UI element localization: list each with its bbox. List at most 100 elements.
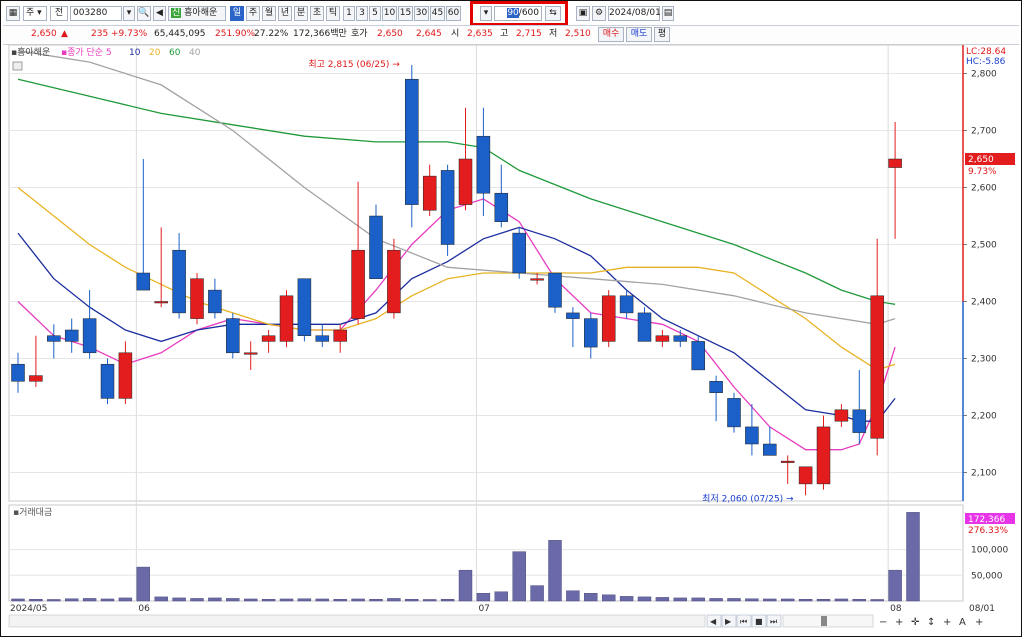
candle-body	[834, 409, 849, 422]
candle-body	[619, 295, 634, 314]
volume-bar	[387, 598, 401, 602]
x-axis-label: 08/01	[969, 604, 995, 614]
candle	[512, 227, 526, 279]
candle-body	[530, 278, 544, 281]
candle-body	[208, 289, 222, 314]
legend-ma-label: ▪종가 단순 5	[61, 47, 112, 58]
volume-bar	[619, 596, 634, 602]
candle-body	[82, 318, 97, 354]
candle-body	[47, 335, 61, 342]
price-tick-label: 2,700	[971, 127, 997, 137]
volume-bar	[261, 599, 276, 602]
candle-body	[637, 312, 652, 342]
annotation-label: 최저 2,060 (07/25) →	[702, 493, 794, 504]
price-tick-label: 2,500	[971, 241, 997, 251]
volume-bar	[745, 598, 759, 602]
candle-body	[780, 460, 795, 463]
volume-bar	[834, 598, 849, 602]
candle-body	[369, 215, 383, 279]
candle-body	[333, 329, 347, 342]
candle	[279, 290, 294, 348]
volume-bar	[226, 598, 240, 602]
volume-bar	[100, 598, 115, 602]
volume-bar	[727, 598, 741, 602]
candle-body	[566, 312, 580, 319]
volume-bar	[369, 599, 383, 602]
candle-body	[691, 341, 705, 371]
nav-icon-2: ⏮	[740, 617, 747, 626]
volume-last-label: 172,366	[968, 515, 1005, 525]
candle-body	[279, 295, 294, 342]
legend-ma-40: 40	[189, 48, 201, 58]
volume-bar	[64, 598, 79, 602]
candle-body	[190, 278, 204, 319]
candle-body	[584, 318, 598, 348]
chart-svg[interactable]: 2,100 2,200 2,300 2,400 2,500 2,600 2,700 2,800…	[1, 1, 1021, 636]
legend-stock: ▪흥아해운	[11, 46, 50, 58]
chart-window: ▦ 주 ▾ 전 003280 ▾ 🔍 ◀ 신 흥아해운 일 주 월 년 분 초 …	[0, 0, 1022, 637]
candle-body	[440, 170, 455, 245]
nav-icon-3: ■	[755, 617, 763, 626]
candle-body	[512, 232, 526, 274]
candle-body	[64, 329, 79, 342]
legend-ma-60: 60	[169, 48, 181, 58]
volume-bar	[190, 598, 204, 602]
candle-body	[816, 426, 831, 485]
candle-body	[297, 278, 312, 336]
volume-bar	[494, 591, 508, 602]
volume-bar	[333, 599, 347, 602]
candle-body	[118, 352, 133, 399]
lc-label: LC:28.64	[966, 47, 1006, 57]
candle-body	[763, 443, 777, 456]
annotation-label: 최고 2,815 (06/25) →	[308, 59, 400, 70]
candle-body	[476, 135, 491, 194]
x-axis-label: 07	[478, 604, 489, 614]
volume-bar	[709, 598, 723, 602]
volume-bar	[476, 593, 491, 602]
volume-bar	[852, 599, 866, 602]
legend-grid-icon	[12, 61, 23, 71]
candle	[387, 238, 401, 319]
tool-icon-6: +	[975, 617, 983, 628]
volume-bar	[279, 598, 294, 602]
candle	[405, 64, 419, 228]
volume-bar	[405, 599, 419, 602]
candle-body	[655, 335, 670, 342]
candle-body	[601, 295, 616, 342]
candle	[727, 392, 741, 433]
candle-body	[351, 249, 365, 319]
volume-bar	[673, 597, 687, 602]
volume-tick-label: 100,000	[971, 546, 1008, 556]
volume-bar	[315, 598, 329, 602]
volume-bar	[637, 596, 652, 602]
candle	[226, 312, 240, 359]
candle-body	[798, 466, 813, 485]
tool-icon-0: −	[879, 617, 887, 628]
volume-bar	[602, 594, 616, 602]
volume-bar	[530, 585, 544, 602]
candle-body	[494, 192, 509, 222]
candle	[440, 164, 455, 256]
candle	[297, 278, 312, 342]
price-tick-label: 2,600	[971, 184, 997, 194]
volume-bar	[458, 569, 473, 602]
hc-label: HC:-5.86	[966, 57, 1006, 67]
volume-bar	[548, 540, 562, 602]
tool-icon-4: +	[943, 617, 951, 628]
volume-bar	[82, 598, 97, 602]
zoom-slider	[782, 614, 874, 628]
volume-bar	[816, 599, 831, 602]
volume-bar	[655, 597, 670, 602]
volume-bar	[172, 597, 186, 602]
candle-body	[673, 335, 688, 342]
volume-bar	[781, 598, 795, 602]
candle	[601, 290, 616, 348]
last-pct-label: 9.73%	[968, 167, 997, 177]
tool-icon-3: ↕	[927, 617, 935, 628]
candle-body	[422, 175, 437, 211]
price-tick-label: 2,200	[971, 412, 997, 422]
price-tick-label: 2,300	[971, 355, 997, 365]
volume-bar	[870, 599, 884, 602]
x-axis-label: 06	[138, 604, 150, 614]
volume-bar	[906, 512, 920, 602]
